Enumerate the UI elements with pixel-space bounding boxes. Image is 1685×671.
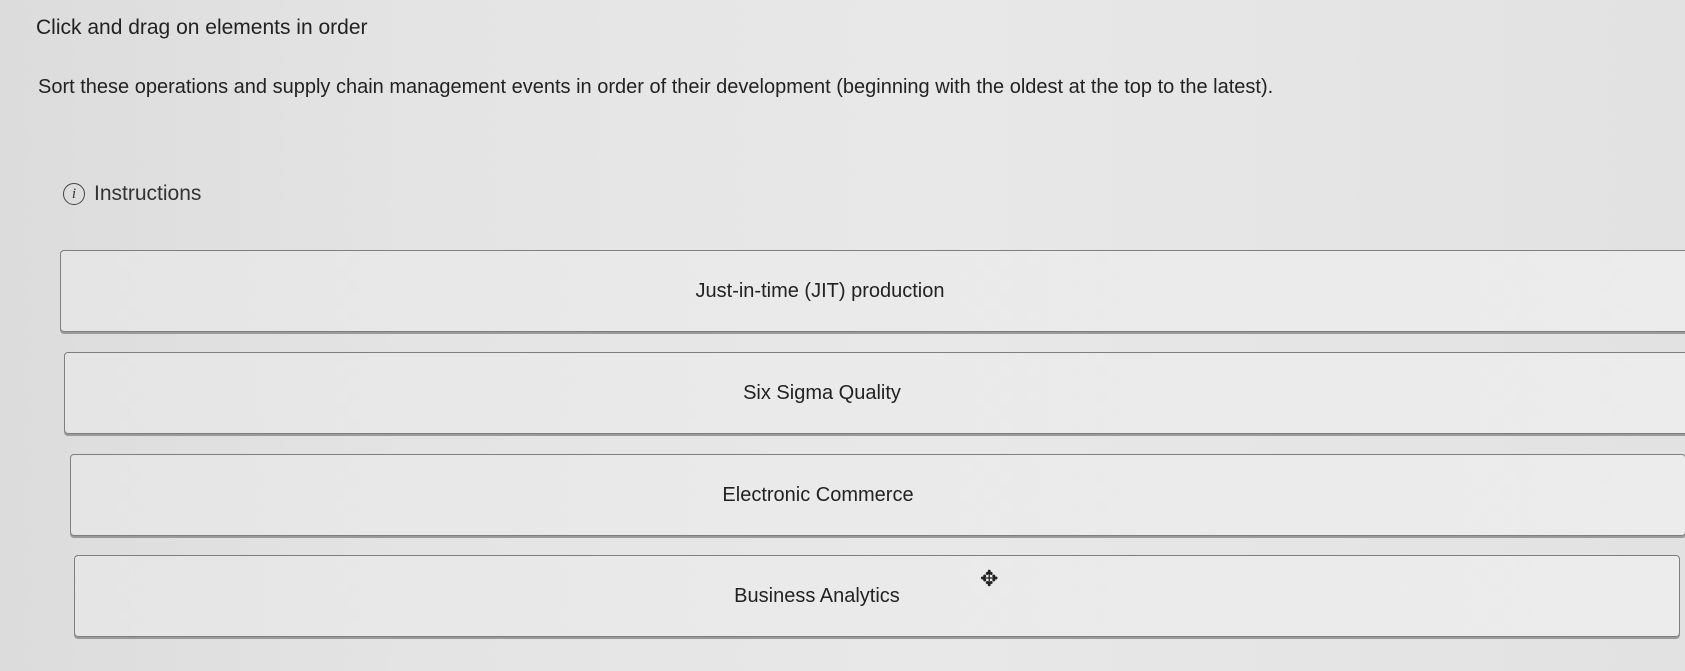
sortable-item[interactable]: Just-in-time (JIT) production — [60, 250, 1685, 332]
sortable-item[interactable]: Business Analytics — [74, 555, 1680, 637]
sortable-item[interactable]: Electronic Commerce — [70, 454, 1685, 536]
sortable-item-label: Electronic Commerce — [722, 483, 914, 506]
sortable-item-label: Six Sigma Quality — [743, 381, 901, 404]
sortable-item[interactable]: Six Sigma Quality — [64, 352, 1685, 434]
move-cursor-icon: ✥ — [980, 566, 999, 591]
sortable-item-label: Business Analytics — [734, 584, 900, 607]
sortable-list: Just-in-time (JIT) production Six Sigma … — [0, 0, 1685, 671]
sortable-item-label: Just-in-time (JIT) production — [695, 279, 945, 302]
